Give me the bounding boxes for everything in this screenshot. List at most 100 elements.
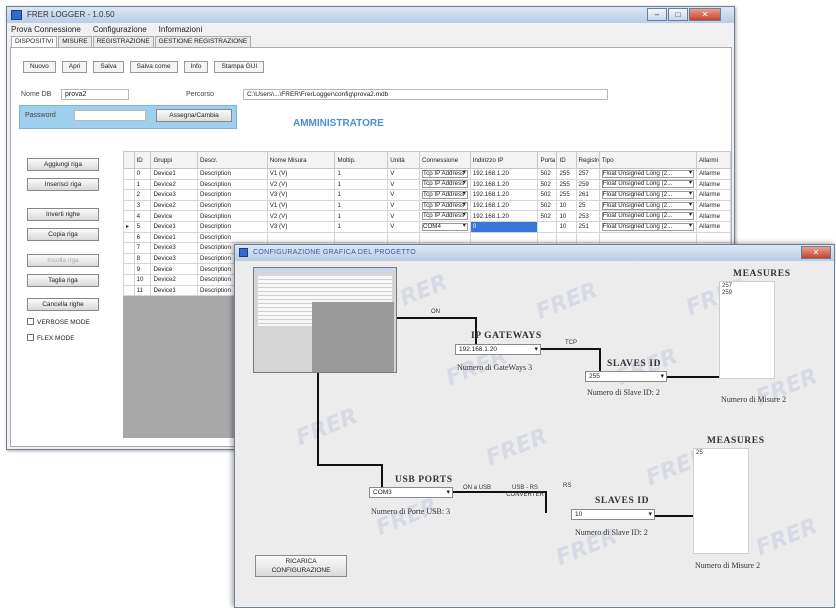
verbose-mode-checkbox[interactable]: VERBOSE MODE <box>27 318 90 326</box>
table-row[interactable]: 2 Device3 Description V3 (V) 1 V Tcp IP Addres… <box>123 189 731 201</box>
table-cell[interactable]: Description <box>196 231 268 244</box>
info-button[interactable]: Info <box>183 61 209 73</box>
table-cell[interactable]: 5 <box>133 220 152 233</box>
table-cell[interactable]: Device1 <box>150 168 198 180</box>
table-cell[interactable] <box>598 231 698 244</box>
table-cell[interactable]: 1 <box>334 168 389 180</box>
table-cell[interactable]: 502 <box>537 178 558 191</box>
table-cell[interactable]: Device2 <box>150 273 198 286</box>
table-cell[interactable]: Device1 <box>150 220 198 233</box>
table-cell[interactable]: 7 <box>133 242 152 254</box>
table-cell[interactable]: V1 (V) <box>266 199 336 212</box>
table-cell[interactable]: Device1 <box>150 231 198 244</box>
table-cell[interactable]: 10 <box>556 220 577 233</box>
table-cell[interactable]: Allarme <box>696 199 731 212</box>
measures-list-item[interactable]: 257 <box>720 282 774 290</box>
menu-item-configuration[interactable]: Configurazione <box>93 25 147 34</box>
table-cell[interactable]: V <box>387 189 421 201</box>
measures-list[interactable]: 257 259 <box>719 281 775 379</box>
table-cell[interactable]: Float Unsigned Long (2... <box>598 168 698 180</box>
table-cell[interactable]: 257 <box>575 168 600 180</box>
new-button[interactable]: Nuovo <box>23 61 56 73</box>
table-cell[interactable]: V3 (V) <box>266 220 336 233</box>
table-cell[interactable]: Device1 <box>150 284 198 297</box>
table-row[interactable]: ▸5 Device1 Description V3 (V) 1 V COM4 0 10 251 Fl… <box>123 220 731 233</box>
grid-header[interactable]: Moltip. <box>334 151 389 169</box>
table-cell[interactable]: 255 <box>556 178 577 191</box>
table-cell[interactable]: Description <box>196 189 268 201</box>
table-cell[interactable]: Device3 <box>150 252 198 265</box>
table-cell[interactable]: Float Unsigned Long (2... <box>598 189 698 201</box>
table-cell[interactable]: 1 <box>334 178 389 191</box>
grid-header[interactable]: Unità <box>387 151 421 169</box>
grid-header[interactable]: Porta <box>537 151 558 169</box>
db-name-field[interactable]: prova2 <box>61 89 129 100</box>
menu-item-info[interactable]: Informazioni <box>159 25 203 34</box>
tab-recording-management[interactable]: GESTIONE REGISTRAZIONE <box>154 36 252 47</box>
table-cell[interactable]: 9 <box>133 263 152 275</box>
slaves-id-select[interactable]: 255 <box>585 371 667 382</box>
grid-header[interactable]: Allarmi <box>696 151 731 169</box>
table-cell[interactable]: Description <box>196 210 268 222</box>
cell-dropdown[interactable]: Tcp IP Address <box>422 212 468 221</box>
grid-header[interactable]: Connessione <box>419 151 471 169</box>
measures-2-list[interactable]: 25 <box>693 448 749 554</box>
row-indicator[interactable] <box>123 252 135 265</box>
row-indicator[interactable] <box>123 242 135 254</box>
table-row[interactable]: 6 Device1 Description <box>123 231 731 244</box>
tab-recording[interactable]: REGISTRAZIONE <box>92 36 154 47</box>
reload-configuration-button[interactable]: RICARICA CONFIGURAZIONE <box>255 555 347 577</box>
table-cell[interactable]: 6 <box>133 231 152 244</box>
config-close-button[interactable]: ✕ <box>801 246 831 259</box>
path-field[interactable]: C:\Users\...\FRER\FrerLogger\config\prov… <box>243 89 608 100</box>
table-cell[interactable]: V <box>387 178 421 191</box>
grid-header[interactable]: Nome Misura <box>266 151 336 169</box>
cell-dropdown[interactable]: Float Unsigned Long (2... <box>601 222 695 231</box>
table-cell[interactable]: Allarme <box>696 178 731 191</box>
table-cell[interactable] <box>537 220 558 233</box>
table-cell[interactable]: 0 <box>133 168 152 180</box>
table-cell[interactable]: 251 <box>575 220 600 233</box>
table-cell[interactable]: V3 (V) <box>266 189 336 201</box>
grid-header[interactable]: ID <box>556 151 577 169</box>
save-button[interactable]: Salva <box>93 61 124 73</box>
tab-devices[interactable]: DISPOSITIVI <box>11 36 58 47</box>
table-cell[interactable]: Tcp IP Address <box>419 199 471 212</box>
table-cell[interactable]: V1 (V) <box>266 168 336 180</box>
maximize-button[interactable]: □ <box>668 8 688 21</box>
table-cell[interactable] <box>387 231 421 244</box>
grid-header[interactable]: ID <box>133 151 152 169</box>
table-cell[interactable]: 10 <box>556 199 577 212</box>
grid-header[interactable]: Indirizzo IP <box>469 151 539 169</box>
table-cell[interactable]: Tcp IP Address <box>419 210 471 222</box>
assign-password-button[interactable]: Assegna/Cambia <box>156 109 232 122</box>
table-cell[interactable]: COM4 <box>419 220 471 233</box>
table-cell[interactable]: 261 <box>575 189 600 201</box>
cell-dropdown[interactable]: Float Unsigned Long (2... <box>601 212 695 221</box>
table-cell[interactable]: V <box>387 220 421 233</box>
table-cell[interactable]: 502 <box>537 189 558 201</box>
table-cell[interactable]: 1 <box>334 189 389 201</box>
table-cell[interactable]: 502 <box>537 168 558 180</box>
cell-dropdown[interactable]: Tcp IP Address <box>422 169 468 178</box>
table-cell[interactable]: 192.168.1.20 <box>469 178 539 191</box>
swap-rows-button[interactable]: Inverti righe <box>27 208 99 221</box>
table-cell[interactable]: 1 <box>334 199 389 212</box>
table-cell[interactable]: Description <box>196 178 268 191</box>
table-cell[interactable]: Float Unsigned Long (2... <box>598 199 698 212</box>
table-cell[interactable]: 8 <box>133 252 152 265</box>
table-cell[interactable]: 2 <box>133 189 152 201</box>
flex-mode-checkbox[interactable]: FLEX MODE <box>27 334 75 342</box>
table-row[interactable]: 0 Device1 Description V1 (V) 1 V Tcp IP Addres… <box>123 168 731 180</box>
open-button[interactable]: Apri <box>61 61 88 73</box>
row-indicator[interactable]: ▸ <box>123 220 135 233</box>
row-indicator[interactable] <box>123 178 135 191</box>
table-cell[interactable]: 4 <box>133 210 152 222</box>
table-cell[interactable]: Device <box>150 263 198 275</box>
table-cell[interactable]: 255 <box>556 168 577 180</box>
table-cell[interactable]: 3 <box>133 199 152 212</box>
table-cell[interactable]: 502 <box>537 199 558 212</box>
row-indicator[interactable] <box>123 231 135 244</box>
table-cell[interactable]: 192.168.1.20 <box>469 210 539 222</box>
grid-header[interactable]: Gruppi <box>150 151 198 169</box>
